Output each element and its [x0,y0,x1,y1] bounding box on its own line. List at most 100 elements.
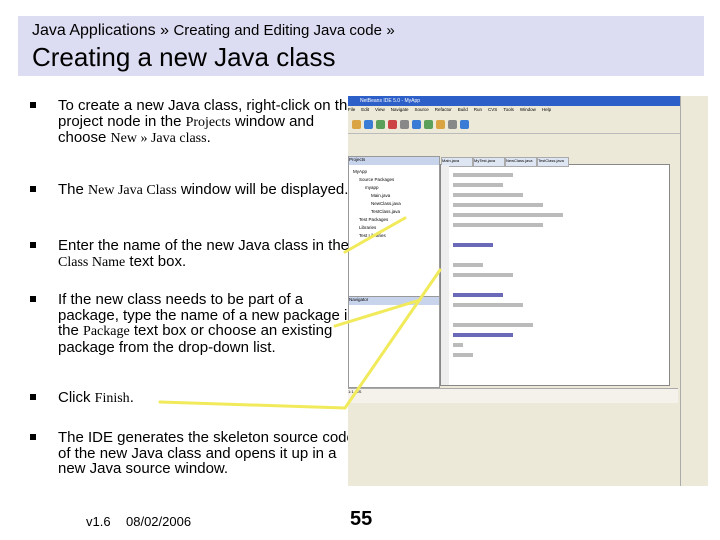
code-line [453,273,513,277]
code-line [453,213,563,217]
code-line [453,343,463,347]
code-line [453,263,483,267]
code-line [453,303,523,307]
bullet-text-part: Package [83,324,130,340]
toolbar-button-icon[interactable] [352,120,361,129]
bullet-marker-icon [30,296,36,302]
bullet-text-part: New » Java class [110,131,207,147]
ide-window-title: NetBeans IDE 5.0 - MyApp [360,98,421,104]
projects-panel: Projects MyApp Source Packages myapp Main.j… [348,156,440,298]
bullet-text-part: Class Name [58,254,126,270]
toolbar-button-icon[interactable] [364,120,373,129]
toolbar-button-icon[interactable] [388,120,397,129]
project-tree-node[interactable]: Test Libraries [359,233,386,238]
ide-menu-item[interactable]: Refactor [435,107,452,112]
ide-menu-item[interactable]: CVS [488,107,497,112]
status-line: 1:1 [348,389,354,394]
bullet-marker-icon [30,186,36,192]
bullet-text-part: New Java Class [88,183,177,198]
project-tree-node[interactable]: Test Packages [359,217,388,222]
editor-tab[interactable]: MyTest.java [473,157,505,167]
bullet-text: Enter the name of the new Java class in … [58,238,358,270]
bullet-text-part: Finish [94,391,130,406]
editor-tab[interactable]: NewClass.java [505,157,537,167]
bullet-text: The IDE generates the skeleton source co… [58,430,358,477]
code-line [453,183,503,187]
bullet-marker-icon [30,394,36,400]
ide-screenshot: NetBeans IDE 5.0 - MyApp File Edit View Nav… [348,96,708,486]
editor-tab[interactable]: TestClass.java [537,157,569,167]
navigator-panel: Navigator [348,296,440,388]
bullet-text-part: Enter the name of the new Java class in … [58,237,349,254]
code-editor: Main.java MyTest.java NewClass.java TestCla… [440,157,670,386]
bullet-text: The New Java Class window will be displa… [58,182,358,199]
code-line [453,193,523,197]
bullet-marker-icon [30,242,36,248]
ide-menu-item[interactable]: Help [542,107,551,112]
bullet-text-part: Projects [185,114,231,130]
toolbar-button-icon[interactable] [460,120,469,129]
editor-status-bar: 1:1 INS [348,388,678,403]
code-line [453,333,513,337]
editor-gutter [441,165,449,385]
breadcrumb-separator: » [386,22,395,39]
ide-menu-item[interactable]: Window [520,107,536,112]
project-tree-node[interactable]: NewClass.java [371,201,401,206]
ide-toolbar [348,117,708,134]
toolbar-button-icon[interactable] [424,120,433,129]
toolbar-button-icon[interactable] [436,120,445,129]
toolbar-button-icon[interactable] [448,120,457,129]
editor-tabs: Main.java MyTest.java NewClass.java TestCla… [441,157,669,167]
bullet-marker-icon [30,102,36,108]
ide-menu-item[interactable]: View [375,107,385,112]
ide-menu-item[interactable]: Navigate [391,107,409,112]
navigator-panel-title: Navigator [349,297,439,305]
bullet-text-part: The [58,181,89,198]
ide-menu-item[interactable]: Edit [361,107,369,112]
bullet-text-part: . [206,129,211,147]
code-line [453,243,493,247]
project-tree-node[interactable]: MyApp [353,169,367,174]
toolbar-button-icon[interactable] [412,120,421,129]
code-line [453,293,503,297]
project-tree-node[interactable]: Libraries [359,225,376,230]
background-window-strip [680,96,708,486]
ide-menu-bar: File Edit View Navigate Source Refactor Build R… [348,107,708,116]
ide-title-bar: NetBeans IDE 5.0 - MyApp [348,96,708,106]
ide-lower-area [348,404,678,486]
ide-menu-item[interactable]: Source [414,107,428,112]
ide-menu-item[interactable]: Tools [503,107,514,112]
footer-version: v1.6 [86,514,111,529]
breadcrumb: Java Applications » Creating and Editing… [32,22,395,40]
bullet-text-part: window will be displayed. [176,181,349,198]
bullet-text-part: text box. [125,252,187,270]
bullet-text-part: . [129,389,134,406]
toolbar-button-icon[interactable] [400,120,409,129]
bullet-text: Click Finish. [58,390,358,407]
code-line [453,353,473,357]
breadcrumb-sub: Creating and Editing Java code [173,22,382,39]
project-tree-node[interactable]: Main.java [371,193,390,198]
ide-menu-item[interactable]: File [348,107,355,112]
slide-title: Creating a new Java class [32,42,336,72]
code-line [453,323,533,327]
toolbar-button-icon[interactable] [376,120,385,129]
status-mode: INS [354,389,362,394]
breadcrumb-main: Java Applications » [32,22,169,39]
bullet-text-part: Click [58,389,95,406]
project-tree-node[interactable]: TestClass.java [371,209,400,214]
bullet-marker-icon [30,434,36,440]
ide-menu-item[interactable]: Build [458,107,468,112]
ide-menu-item[interactable]: Run [474,107,482,112]
page-number: 55 [350,508,373,530]
bullet-text: To create a new Java class, right-click … [58,98,358,147]
bullet-text: If the new class needs to be part of a p… [58,292,358,355]
code-line [453,173,513,177]
code-line [453,223,543,227]
footer-date: 08/02/2006 [126,514,192,529]
project-tree-node[interactable]: myapp [365,185,379,190]
project-tree-node[interactable]: Source Packages [359,177,394,182]
bullet-text-part: The IDE generates the skeleton source co… [58,429,355,478]
slide-header: Java Applications » Creating and Editing… [18,16,704,76]
code-line [453,203,543,207]
